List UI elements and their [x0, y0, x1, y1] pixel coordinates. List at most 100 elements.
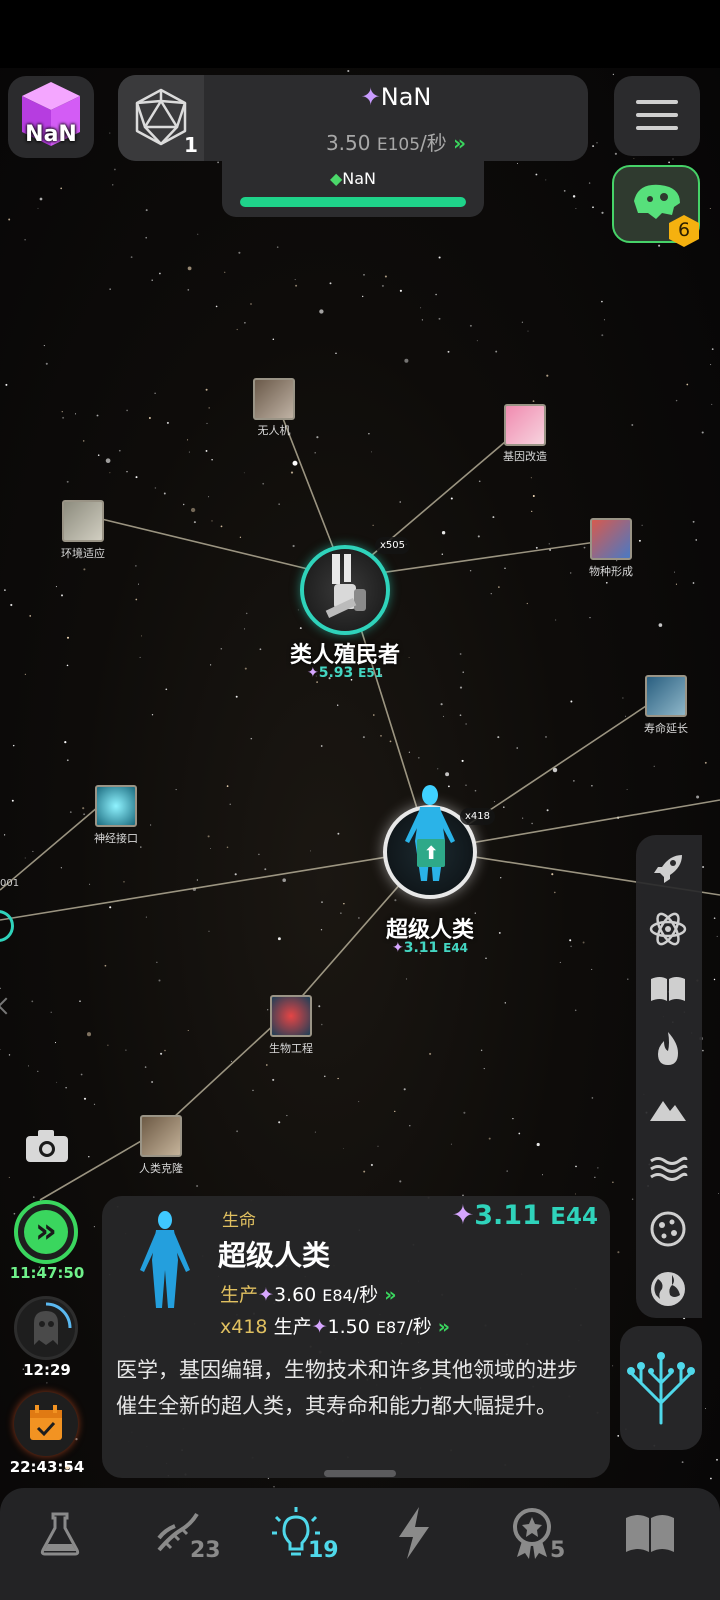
node-env-adapt-thumb[interactable] — [62, 500, 104, 542]
ghost-icon — [34, 1302, 72, 1345]
node-offscreen-label: 001 — [0, 878, 20, 889]
superhuman-value: ✦3.11 E44 — [391, 940, 469, 956]
nav-achievements-count: 5 — [550, 1538, 566, 1563]
currency-panel[interactable]: 1 ✦NaN 3.50 E105/秒 » — [118, 75, 588, 161]
superhuman-portrait — [140, 1211, 190, 1308]
node-cloning-thumb[interactable] — [140, 1115, 182, 1157]
robot-colonist-icon — [325, 554, 366, 618]
ghost-bonus-timer: 12:29 — [23, 1361, 71, 1379]
sub-currency-progress — [240, 197, 466, 207]
category-atom[interactable] — [636, 901, 700, 957]
status-bar — [0, 0, 720, 68]
calendar-event-button[interactable] — [14, 1392, 78, 1456]
node-env-adapt-label: 环境适应 — [61, 547, 105, 560]
info-total-production: x418 生产✦1.50 E87/秒 » — [220, 1316, 451, 1338]
tree-branch-icon — [627, 1352, 695, 1425]
hamburger-icon — [636, 100, 678, 130]
globe-icon — [651, 1272, 685, 1306]
icosahedron-icon — [135, 88, 187, 146]
nav-ideas-count: 19 — [308, 1538, 339, 1563]
calendar-icon — [30, 1405, 62, 1440]
node-drone-label: 无人机 — [257, 424, 291, 437]
fast-forward-icon: » — [24, 1210, 68, 1254]
node-bioeng-thumb[interactable] — [270, 995, 312, 1037]
book-icon — [626, 1515, 674, 1552]
lightning-icon — [399, 1507, 429, 1559]
upgrade-arrow-icon[interactable]: ⬆ — [417, 839, 445, 867]
gem-icon: ✦ — [451, 1200, 475, 1231]
category-globe[interactable] — [636, 1261, 700, 1317]
node-gene-mod-thumb[interactable] — [504, 404, 546, 446]
gem-icon: ✦ — [306, 665, 319, 681]
node-drone-thumb[interactable] — [253, 378, 295, 420]
gem-icon: ✦ — [391, 940, 404, 956]
waves-icon — [650, 1156, 688, 1181]
nav-ideas[interactable]: 19 — [246, 1478, 346, 1588]
category-sidebar — [636, 835, 702, 1318]
node-neural-label: 神经接口 — [94, 832, 138, 845]
node-longevity-label: 寿命延长 — [644, 722, 688, 735]
node-speciation-label: 物种形成 — [589, 565, 633, 578]
fast-forward-icon: » — [384, 1284, 397, 1306]
node-bioeng-label: 生物工程 — [269, 1042, 313, 1055]
nav-dna-count: 23 — [190, 1538, 221, 1563]
node-colonist[interactable] — [300, 545, 390, 635]
speed-boost-button[interactable]: » — [14, 1200, 78, 1264]
open-book-icon — [651, 977, 685, 1001]
category-book[interactable] — [636, 961, 700, 1017]
cell-icon — [650, 1211, 686, 1247]
dinosaur-badge: 6 — [666, 213, 702, 249]
nav-encyclopedia[interactable] — [600, 1478, 700, 1588]
fast-forward-icon: » — [437, 1316, 451, 1338]
info-production: 生产✦3.60 E84/秒 » — [220, 1284, 397, 1306]
info-panel: 生命 ✦3.11 E44 超级人类 生产✦3.60 E84/秒 » x418 生… — [102, 1196, 610, 1478]
tech-tree-button[interactable] — [620, 1326, 702, 1450]
colonist-value: ✦5.93 E51 — [306, 665, 384, 681]
nav-dna[interactable]: 23 — [128, 1478, 228, 1588]
cube-value: NaN — [25, 122, 77, 147]
info-description: 医学，基因编辑，生物技术和许多其他领域的进步催生全新的超人类，其寿命和能力都大幅… — [116, 1358, 578, 1418]
fire-icon — [658, 1032, 678, 1065]
progress-fill — [240, 197, 466, 207]
gem-icon: ✦ — [360, 83, 381, 111]
rocket-icon — [654, 855, 682, 883]
level-number: 1 — [184, 133, 198, 157]
node-gene-mod-label: 基因改造 — [503, 450, 547, 463]
atom-icon — [649, 912, 687, 946]
node-longevity-thumb[interactable] — [645, 675, 687, 717]
nav-lab[interactable] — [10, 1478, 110, 1588]
level-button[interactable]: 1 — [118, 75, 204, 161]
superhuman-count-badge: x418 — [460, 808, 496, 825]
nav-achievements[interactable]: 5 — [482, 1478, 582, 1588]
calendar-event-timer: 22:43:54 — [9, 1458, 85, 1476]
gem-icon: ✦ — [311, 1316, 328, 1338]
node-speciation-thumb[interactable] — [590, 518, 632, 560]
category-cell[interactable] — [636, 1201, 700, 1257]
menu-button[interactable] — [614, 76, 700, 156]
category-fire[interactable] — [636, 1021, 700, 1077]
bottom-sheet-handle[interactable] — [324, 1470, 396, 1477]
sub-currency-panel: ◆NaN — [222, 161, 484, 217]
ghost-bonus-button[interactable] — [14, 1296, 78, 1360]
category-space[interactable] — [636, 841, 700, 897]
node-neural-thumb[interactable] — [95, 785, 137, 827]
category-water[interactable] — [636, 1141, 700, 1197]
fast-forward-icon: » — [453, 131, 467, 155]
info-cost: ✦3.11 E44 — [451, 1200, 598, 1231]
gem-icon: ✦ — [258, 1284, 274, 1306]
nav-energy[interactable] — [364, 1478, 464, 1588]
colonist-count-badge: x505 — [375, 537, 411, 554]
flask-icon — [40, 1512, 80, 1556]
info-category: 生命 — [222, 1211, 256, 1231]
game-canvas[interactable]: 无人机 基因改造 环境适应 物种形成 寿命延长 神经接口 生物工程 人类克隆 0… — [0, 0, 720, 1600]
dinosaur-button[interactable]: 6 — [612, 165, 700, 247]
category-mountain[interactable] — [636, 1081, 700, 1137]
speed-boost-timer: 11:47:50 — [9, 1264, 85, 1282]
camera-button[interactable] — [24, 1128, 70, 1164]
currency-value: ✦NaN — [360, 83, 432, 111]
cube-button[interactable]: NaN — [8, 76, 94, 158]
mountain-icon — [650, 1101, 686, 1121]
currency-rate: 3.50 E105/秒 » — [325, 131, 467, 155]
info-title: 超级人类 — [218, 1239, 331, 1272]
sub-currency-value: ◆NaN — [329, 169, 377, 188]
